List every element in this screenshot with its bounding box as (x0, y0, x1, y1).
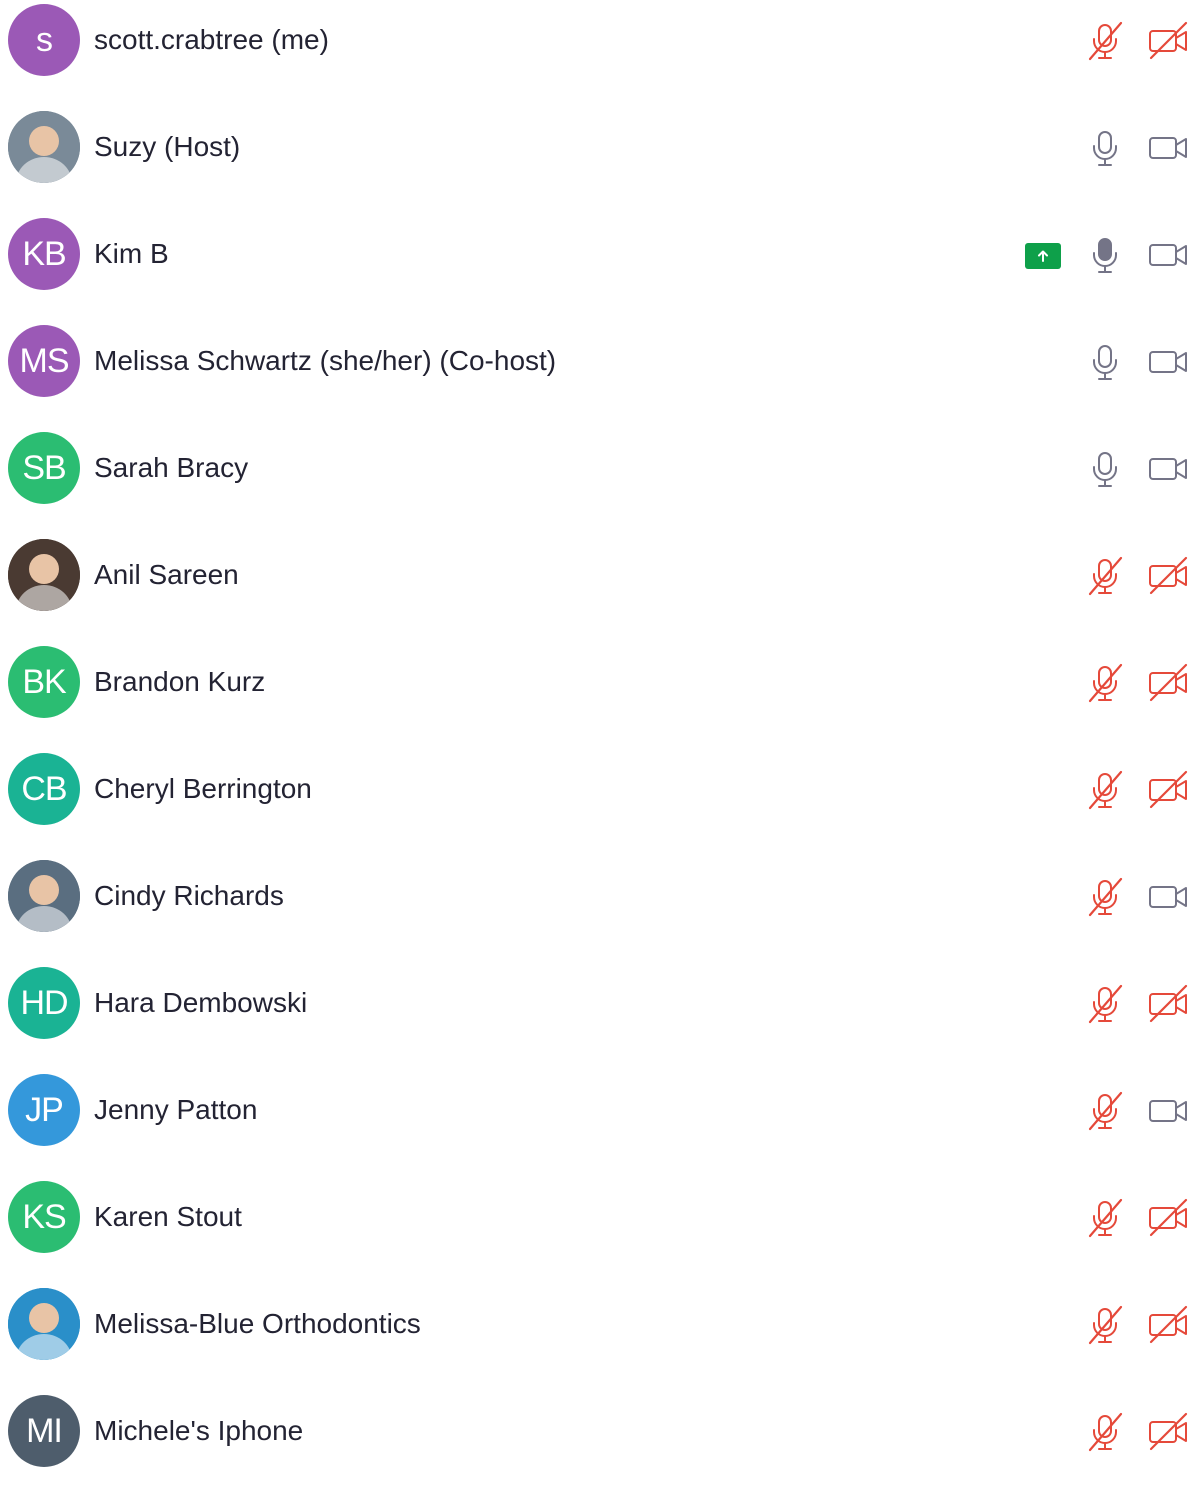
mic-muted-icon[interactable] (1084, 876, 1126, 918)
mic-muted-icon[interactable] (1084, 1304, 1126, 1346)
avatar-initials: HD (8, 967, 80, 1039)
participant-name: Karen Stout (94, 1201, 242, 1232)
participant-name: Cheryl Berrington (94, 773, 312, 804)
participant-name: Melissa Schwartz (she/her) (Co-host) (94, 345, 557, 376)
video-off-icon[interactable] (1146, 20, 1190, 62)
mic-muted-icon[interactable] (1084, 1411, 1126, 1453)
mic-icon[interactable] (1084, 127, 1126, 169)
participant-row[interactable]: MI Michele's Iphone (0, 1391, 1195, 1498)
participant-name: scott.crabtree (me) (94, 24, 329, 55)
participant-name: Hara Dembowski (94, 987, 308, 1018)
avatar-photo (8, 539, 80, 611)
video-off-icon[interactable] (1146, 769, 1190, 811)
video-off-icon[interactable] (1146, 1411, 1190, 1453)
avatar-initials: SB (8, 432, 80, 504)
participant-row[interactable]: MS Melissa Schwartz (she/her) (Co-host) (0, 321, 1195, 428)
mic-muted-icon[interactable] (1084, 769, 1126, 811)
participant-row[interactable]: CB Cheryl Berrington (0, 749, 1195, 856)
video-icon[interactable] (1146, 127, 1190, 169)
avatar-initials: CB (8, 753, 80, 825)
mic-muted-icon[interactable] (1084, 555, 1126, 597)
avatar-initials: MI (8, 1395, 80, 1467)
participant-name: Sarah Bracy (94, 452, 249, 483)
mic-icon[interactable] (1084, 448, 1126, 490)
video-icon[interactable] (1146, 876, 1190, 918)
avatar-photo (8, 1288, 80, 1360)
participants-list: s scott.crabtree (me) Suzy (Host) KB Kim B MS… (0, 0, 1195, 1467)
participant-row[interactable]: Anil Sareen (0, 535, 1195, 642)
avatar-initials: KS (8, 1181, 80, 1253)
participant-row[interactable]: Melissa-Blue Orthodontics (0, 1284, 1195, 1391)
avatar-photo (8, 111, 80, 183)
video-icon[interactable] (1146, 341, 1190, 383)
participant-row[interactable]: HD Hara Dembowski (0, 963, 1195, 1070)
participant-row[interactable]: JP Jenny Patton (0, 1070, 1195, 1177)
participant-row[interactable]: BK Brandon Kurz (0, 642, 1195, 749)
mic-muted-icon[interactable] (1084, 662, 1126, 704)
participant-name: Suzy (Host) (94, 131, 241, 162)
participant-name: Melissa-Blue Orthodontics (94, 1308, 421, 1339)
avatar-initials: JP (8, 1074, 80, 1146)
video-icon[interactable] (1146, 234, 1190, 276)
mic-muted-icon[interactable] (1084, 20, 1126, 62)
participant-row[interactable]: Cindy Richards (0, 856, 1195, 963)
avatar-initials: s (8, 4, 80, 76)
mic-muted-icon[interactable] (1084, 983, 1126, 1025)
mic-icon[interactable] (1084, 234, 1126, 276)
mic-muted-icon[interactable] (1084, 1090, 1126, 1132)
participant-name: Cindy Richards (94, 880, 284, 911)
participant-name: Brandon Kurz (94, 666, 266, 697)
participant-name: Anil Sareen (94, 559, 239, 590)
mic-muted-icon[interactable] (1084, 1197, 1126, 1239)
participant-row[interactable]: Suzy (Host) (0, 107, 1195, 214)
participant-row[interactable]: KB Kim B (0, 214, 1195, 321)
avatar-initials: MS (8, 325, 80, 397)
share-screen-icon (1025, 243, 1061, 269)
video-off-icon[interactable] (1146, 662, 1190, 704)
video-icon[interactable] (1146, 1090, 1190, 1132)
participant-name: Jenny Patton (94, 1094, 258, 1125)
participant-name: Kim B (94, 238, 169, 269)
participant-row[interactable]: SB Sarah Bracy (0, 428, 1195, 535)
participant-name: Michele's Iphone (94, 1415, 304, 1446)
avatar-initials: BK (8, 646, 80, 718)
participant-row[interactable]: s scott.crabtree (me) (0, 0, 1195, 107)
video-icon[interactable] (1146, 448, 1190, 490)
mic-icon[interactable] (1084, 341, 1126, 383)
avatar-photo (8, 860, 80, 932)
participant-row[interactable]: KS Karen Stout (0, 1177, 1195, 1284)
video-off-icon[interactable] (1146, 555, 1190, 597)
video-off-icon[interactable] (1146, 983, 1190, 1025)
video-off-icon[interactable] (1146, 1197, 1190, 1239)
video-off-icon[interactable] (1146, 1304, 1190, 1346)
avatar-initials: KB (8, 218, 80, 290)
